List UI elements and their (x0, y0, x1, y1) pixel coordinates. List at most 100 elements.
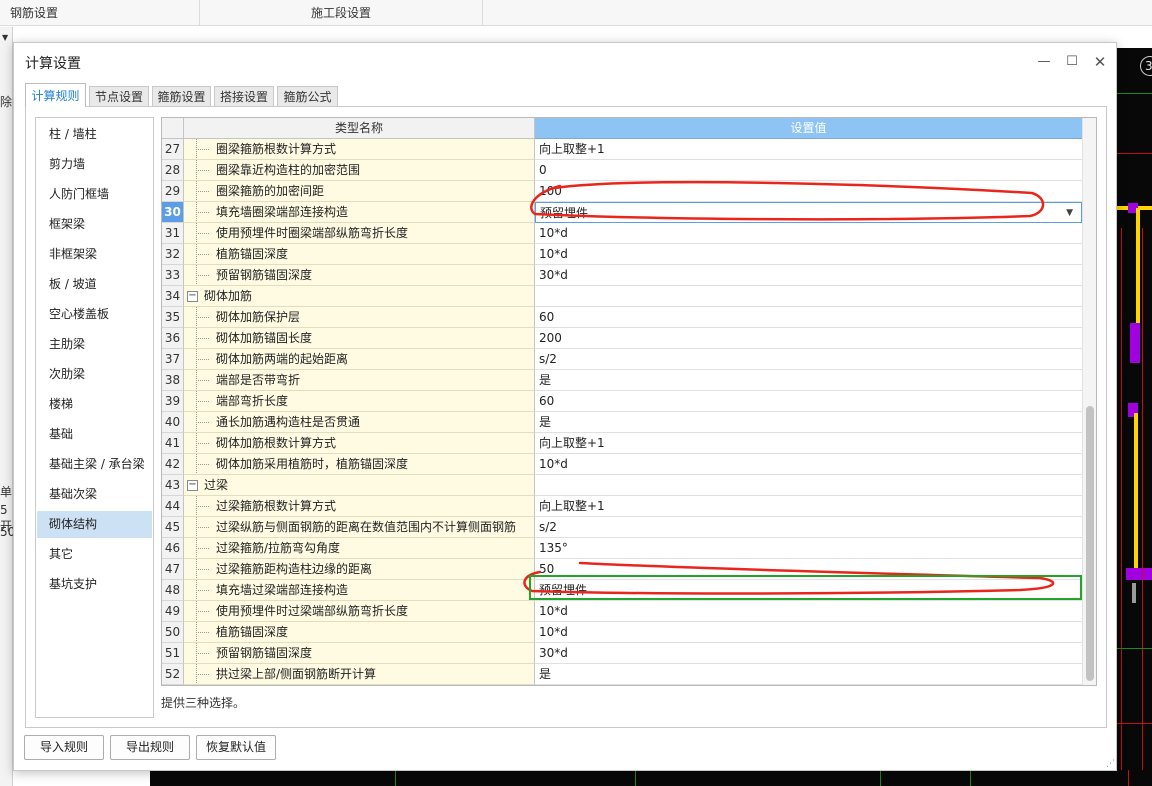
table-row[interactable]: 42 砌体加筋采用植筋时，植筋锚固深度 10*d (162, 454, 1082, 475)
tab-calc-rules[interactable]: 计算规则 (25, 83, 86, 107)
category-item[interactable]: 非框架梁 (37, 241, 152, 268)
setting-value-cell[interactable]: 预留埋件 (535, 580, 1082, 601)
table-row[interactable]: 47 过梁箍筋距构造柱边缘的距离 50 (162, 559, 1082, 580)
setting-value-cell[interactable]: 10*d (535, 244, 1082, 265)
setting-value-cell[interactable]: 向上取整+1 (535, 139, 1082, 160)
category-item[interactable]: 基坑支护 (37, 571, 152, 598)
type-name-text: 端部弯折长度 (216, 394, 289, 408)
setting-value-cell[interactable]: 向上取整+1 (535, 433, 1082, 454)
scrollbar-thumb[interactable] (1086, 406, 1094, 681)
setting-value-cell[interactable]: 60 (535, 391, 1082, 412)
setting-value-cell[interactable]: 200 (535, 328, 1082, 349)
vertical-scrollbar[interactable] (1082, 118, 1096, 685)
tab-lap-settings[interactable]: 搭接设置 (214, 86, 274, 107)
restore-defaults-button[interactable]: 恢复默认值 (196, 735, 276, 760)
rebar-settings-header[interactable]: 钢筋设置 (0, 0, 200, 26)
category-item[interactable]: 空心楼盖板 (37, 301, 152, 328)
setting-value-text: 30*d (539, 268, 568, 282)
table-row[interactable]: 48 填充墙过梁端部连接构造 预留埋件 (162, 580, 1082, 601)
table-row[interactable]: 31 使用预埋件时圈梁端部纵筋弯折长度 10*d (162, 223, 1082, 244)
category-item[interactable]: 剪力墙 (37, 151, 152, 178)
setting-value-cell[interactable]: 向上取整+1 (535, 496, 1082, 517)
category-item[interactable]: 基础 (37, 421, 152, 448)
setting-value-header[interactable]: 设置值 (535, 118, 1082, 139)
table-row[interactable]: 38 端部是否带弯折 是 (162, 370, 1082, 391)
type-name-header[interactable]: 类型名称 (184, 118, 535, 139)
export-rules-button[interactable]: 导出规则 (110, 735, 190, 760)
table-row[interactable]: 35 砌体加筋保护层 60 (162, 307, 1082, 328)
setting-value-cell[interactable]: 0 (535, 160, 1082, 181)
setting-value-cell[interactable]: 10*d (535, 223, 1082, 244)
tab-node-settings[interactable]: 节点设置 (89, 86, 149, 107)
category-item[interactable]: 其它 (37, 541, 152, 568)
table-row[interactable]: 33 预留钢筋锚固深度 30*d (162, 265, 1082, 286)
row-number: 47 (162, 559, 184, 580)
table-row[interactable]: 29 圈梁箍筋的加密间距 100 (162, 181, 1082, 202)
category-item[interactable]: 板 / 坡道 (37, 271, 152, 298)
table-row[interactable]: 30 填充墙圈梁端部连接构造 预留埋件 ▼ (162, 202, 1082, 223)
table-row[interactable]: 50 植筋锚固深度 10*d (162, 622, 1082, 643)
table-row[interactable]: 51 预留钢筋锚固深度 30*d (162, 643, 1082, 664)
category-item[interactable]: 人防门框墙 (37, 181, 152, 208)
group-row[interactable]: 34− 砌体加筋 (162, 286, 1082, 307)
table-row[interactable]: 49 使用预埋件时过梁端部纵筋弯折长度 10*d (162, 601, 1082, 622)
chevron-down-icon[interactable]: ▼ (2, 33, 8, 42)
table-row[interactable]: 52 拱过梁上部/侧面钢筋断开计算 是 (162, 664, 1082, 685)
tab-stirrup-formula[interactable]: 箍筋公式 (277, 86, 338, 107)
resize-grip-icon[interactable]: ⋰ (1106, 759, 1115, 769)
setting-value-cell[interactable]: 30*d (535, 643, 1082, 664)
maximize-icon[interactable]: ☐ (1062, 52, 1082, 72)
setting-value-cell[interactable]: 是 (535, 412, 1082, 433)
row-number: 40 (162, 412, 184, 433)
category-item[interactable]: 柱 / 墙柱 (37, 121, 152, 148)
category-item[interactable]: 主肋梁 (37, 331, 152, 358)
table-row[interactable]: 46 过梁箍筋/拉筋弯勾角度 135° (162, 538, 1082, 559)
setting-value-dropdown[interactable]: 预留埋件 ▼ (535, 202, 1082, 223)
setting-value-cell[interactable]: s/2 (535, 517, 1082, 538)
table-row[interactable]: 39 端部弯折长度 60 (162, 391, 1082, 412)
setting-value-cell[interactable]: s/2 (535, 349, 1082, 370)
setting-value-cell[interactable]: 10*d (535, 454, 1082, 475)
setting-value-cell[interactable]: 30*d (535, 265, 1082, 286)
category-item[interactable]: 基础次梁 (37, 481, 152, 508)
setting-value-cell[interactable]: 是 (535, 664, 1082, 685)
minimize-icon[interactable]: — (1034, 52, 1054, 72)
category-item-masonry[interactable]: 砌体结构 (37, 511, 152, 538)
setting-value-cell[interactable]: 60 (535, 307, 1082, 328)
table-row[interactable]: 40 通长加筋遇构造柱是否贯通 是 (162, 412, 1082, 433)
category-item[interactable]: 基础主梁 / 承台梁 (37, 451, 152, 478)
table-row[interactable]: 41 砌体加筋根数计算方式 向上取整+1 (162, 433, 1082, 454)
table-row[interactable]: 45 过梁纵筋与侧面钢筋的距离在数值范围内不计算侧面钢筋 s/2 (162, 517, 1082, 538)
cad-canvas[interactable]: 3 (1116, 48, 1152, 786)
category-item[interactable]: 框架梁 (37, 211, 152, 238)
category-item[interactable]: 楼梯 (37, 391, 152, 418)
setting-value-text: 10*d (539, 457, 568, 471)
table-row[interactable]: 32 植筋锚固深度 10*d (162, 244, 1082, 265)
setting-value-cell[interactable]: 10*d (535, 622, 1082, 643)
setting-value-cell[interactable]: 是 (535, 370, 1082, 391)
category-item[interactable]: 次肋梁 (37, 361, 152, 388)
close-icon[interactable]: ✕ (1090, 52, 1110, 72)
setting-value-cell[interactable] (535, 475, 1082, 496)
table-row[interactable]: 36 砌体加筋锚固长度 200 (162, 328, 1082, 349)
table-row[interactable]: 37 砌体加筋两端的起始距离 s/2 (162, 349, 1082, 370)
table-row[interactable]: 28 圈梁靠近构造柱的加密范围 0 (162, 160, 1082, 181)
collapse-icon[interactable]: − (187, 480, 198, 491)
setting-value-cell[interactable] (535, 286, 1082, 307)
setting-value-cell[interactable]: 50 (535, 559, 1082, 580)
table-row[interactable]: 44 过梁箍筋根数计算方式 向上取整+1 (162, 496, 1082, 517)
tab-stirrup-settings[interactable]: 箍筋设置 (152, 86, 211, 107)
setting-value-cell[interactable]: 135° (535, 538, 1082, 559)
construction-section-header[interactable]: 施工段设置 (200, 0, 483, 26)
setting-value-cell[interactable]: 10*d (535, 601, 1082, 622)
setting-value-cell[interactable]: 100 (535, 181, 1082, 202)
table-row[interactable]: 27 圈梁箍筋根数计算方式 向上取整+1 (162, 139, 1082, 160)
app-toolbar: 钢筋设置 施工段设置 (0, 0, 1152, 26)
axis-label: 3 (1140, 56, 1152, 76)
group-row[interactable]: 43− 过梁 (162, 475, 1082, 496)
chevron-down-icon[interactable]: ▼ (1066, 203, 1073, 223)
left-fragment-text: 除 (0, 95, 13, 109)
type-name-cell: 圈梁靠近构造柱的加密范围 (184, 160, 535, 181)
collapse-icon[interactable]: − (187, 291, 198, 302)
import-rules-button[interactable]: 导入规则 (24, 735, 104, 760)
